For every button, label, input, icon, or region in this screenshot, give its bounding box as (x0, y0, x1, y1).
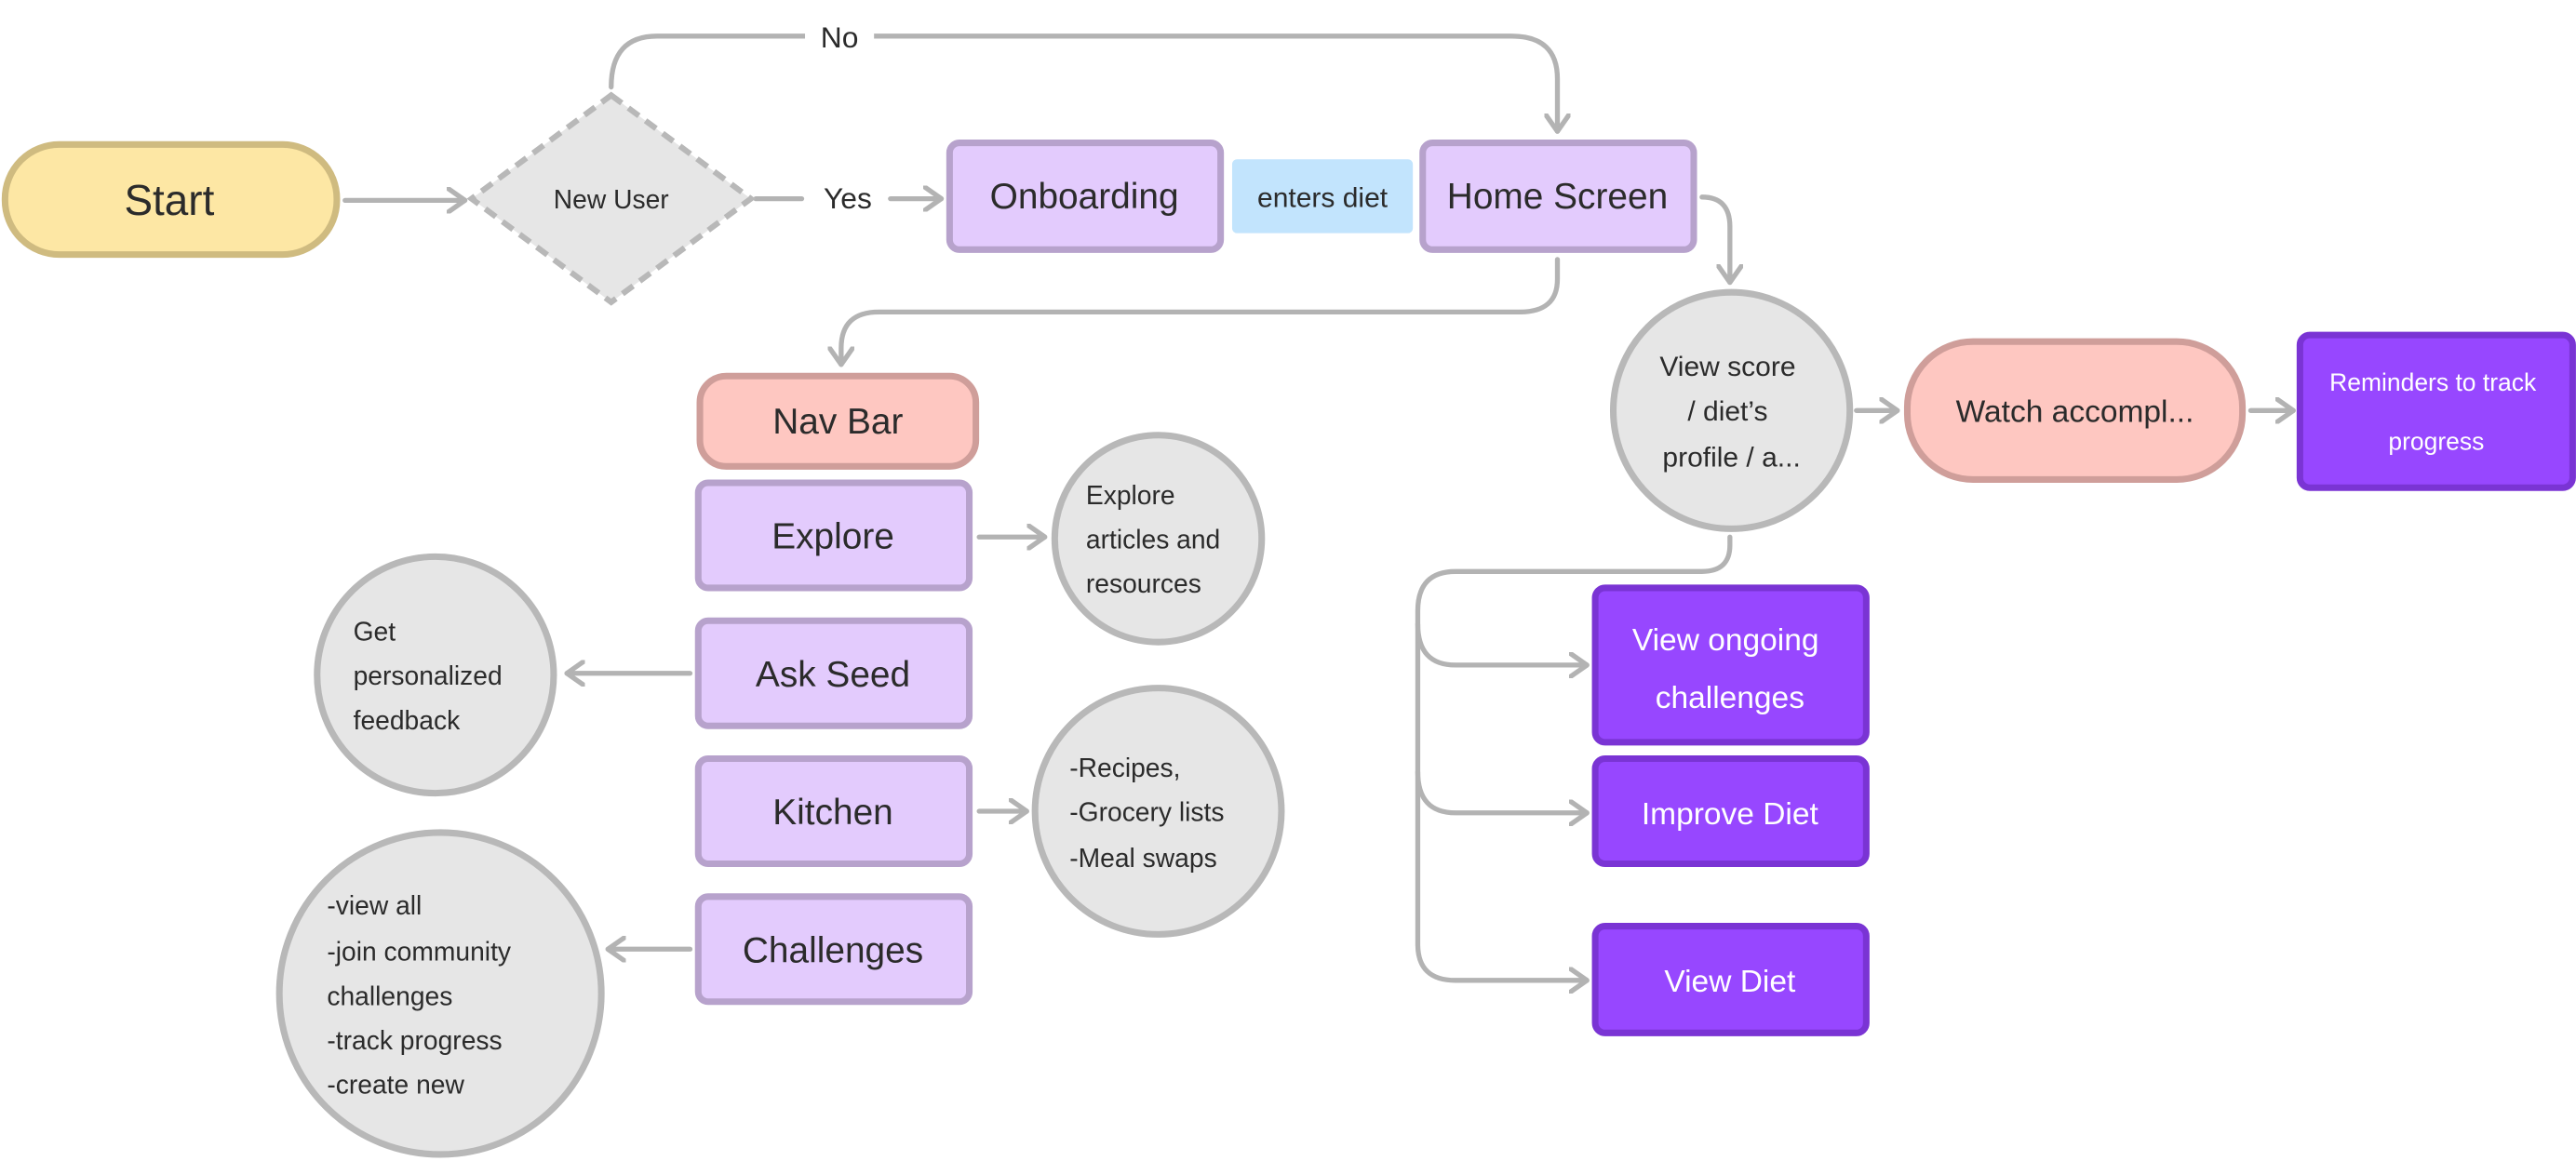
challenges-label: Challenges (743, 930, 923, 970)
edge-no (609, 33, 1558, 134)
user-flow-diagram: No Yes Start New User Onboarding enters … (1, 13, 2576, 1158)
explore-label: Explore (771, 517, 894, 557)
start-label: Start (124, 176, 214, 224)
edge-home-to-score (1699, 194, 1730, 286)
new-user-label: New User (554, 184, 669, 214)
ask-seed-label: Ask Seed (756, 655, 910, 695)
edge-home-to-navbar (841, 257, 1561, 367)
nav-bar-label: Nav Bar (772, 402, 903, 442)
edge-label-yes: Yes (824, 181, 872, 215)
watch-label: Watch accompl... (1956, 395, 2194, 430)
home-screen-label: Home Screen (1447, 177, 1668, 217)
view-diet-label: View Diet (1664, 965, 1796, 999)
edge-branch-ongoing (1415, 621, 1590, 665)
onboarding-label: Onboarding (990, 177, 1179, 217)
view-ongoing-challenges-node[interactable] (1591, 584, 1870, 746)
enters-diet-label: enters diet (1257, 182, 1389, 213)
improve-diet-label: Improve Diet (1642, 797, 1819, 832)
edge-label-no: No (821, 20, 859, 54)
reminders-node[interactable] (2296, 331, 2576, 491)
edge-branch-improve (1415, 768, 1590, 813)
kitchen-label: Kitchen (772, 793, 893, 833)
